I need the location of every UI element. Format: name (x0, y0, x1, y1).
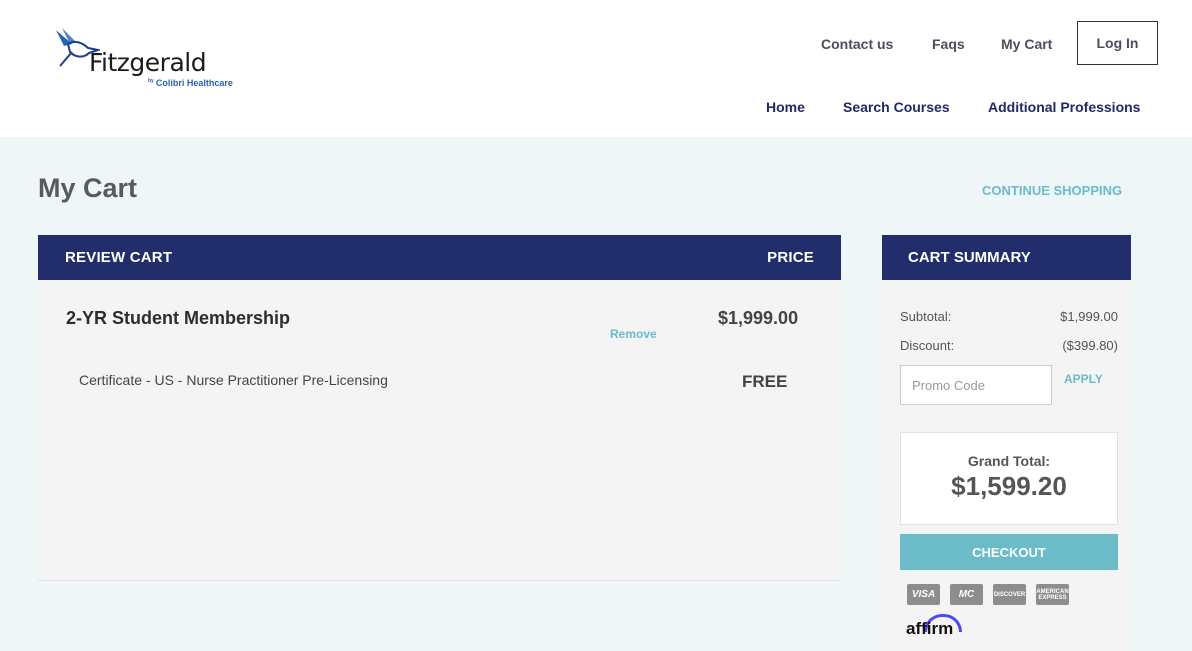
login-button[interactable]: Log In (1077, 21, 1158, 65)
subtotal-row: Subtotal: $1,999.00 (900, 309, 1118, 324)
visa-card-icon: VISA (907, 584, 940, 605)
page-title: My Cart (38, 173, 138, 203)
discount-label: Discount: (900, 338, 955, 353)
review-cart-heading: REVIEW CART (65, 249, 173, 266)
brand-tagline-text: Colibri Healthcare (155, 78, 233, 88)
amex-card-icon: AMERICAN EXPRESS (1036, 584, 1069, 605)
cart-item-name: 2-YR Student Membership (66, 308, 291, 328)
discount-row: Discount: ($399.80) (900, 338, 1118, 353)
grand-total-value: $1,599.20 (951, 471, 1067, 501)
discover-card-icon: DISCOVER (993, 584, 1026, 605)
brand-tagline-prefix: by (148, 78, 154, 84)
subtotal-label: Subtotal: (900, 309, 952, 324)
grand-total-label: Grand Total: (967, 453, 1051, 469)
nav-home-link[interactable]: Home (766, 99, 805, 115)
nav-contact-link[interactable]: Contact us (821, 36, 893, 52)
nav-faqs-link[interactable]: Faqs (932, 36, 965, 52)
promo-code-input[interactable] (900, 365, 1052, 405)
main-nav: Home Search Courses Additional Professio… (0, 99, 1192, 119)
cart-summary-panel: CART SUMMARY Subtotal: $1,999.00 Discoun… (882, 235, 1131, 651)
affirm-logo: affirm (906, 619, 954, 638)
continue-shopping-link[interactable]: CONTINUE SHOPPING (982, 183, 1122, 198)
cart-item-price: $1,999.00 (718, 308, 799, 328)
brand-name: Fitzgerald (89, 48, 207, 77)
price-column-heading: PRICE (767, 249, 814, 266)
cart-subitem-name: Certificate - US - Nurse Practitioner Pr… (79, 372, 388, 388)
subtotal-value: $1,999.00 (1060, 309, 1118, 324)
nav-search-courses-link[interactable]: Search Courses (843, 99, 950, 115)
discount-value: ($399.80) (1062, 338, 1118, 353)
site-header: Fitzgerald by Colibri Healthcare Contact … (0, 0, 1192, 137)
checkout-button[interactable]: CHECKOUT (900, 534, 1118, 570)
mastercard-icon: MC (950, 584, 983, 605)
review-cart-header: REVIEW CART PRICE (38, 235, 841, 280)
fitzgerald-logo[interactable]: Fitzgerald by Colibri Healthcare (54, 26, 244, 96)
cart-summary-header: CART SUMMARY (882, 235, 1131, 280)
cart-subitem-price: FREE (742, 372, 788, 391)
payment-cards: VISA MC DISCOVER AMERICAN EXPRESS (907, 584, 1069, 605)
grand-total-box: Grand Total: $1,599.20 (900, 432, 1118, 525)
nav-my-cart-link[interactable]: My Cart (1001, 36, 1052, 52)
remove-item-link[interactable]: Remove (610, 327, 657, 341)
nav-additional-professions-link[interactable]: Additional Professions (988, 99, 1140, 115)
brand-tagline: by Colibri Healthcare (148, 78, 233, 88)
apply-promo-button[interactable]: APPLY (1064, 372, 1103, 386)
review-cart-panel: REVIEW CART PRICE 2-YR Student Membershi… (38, 235, 841, 581)
